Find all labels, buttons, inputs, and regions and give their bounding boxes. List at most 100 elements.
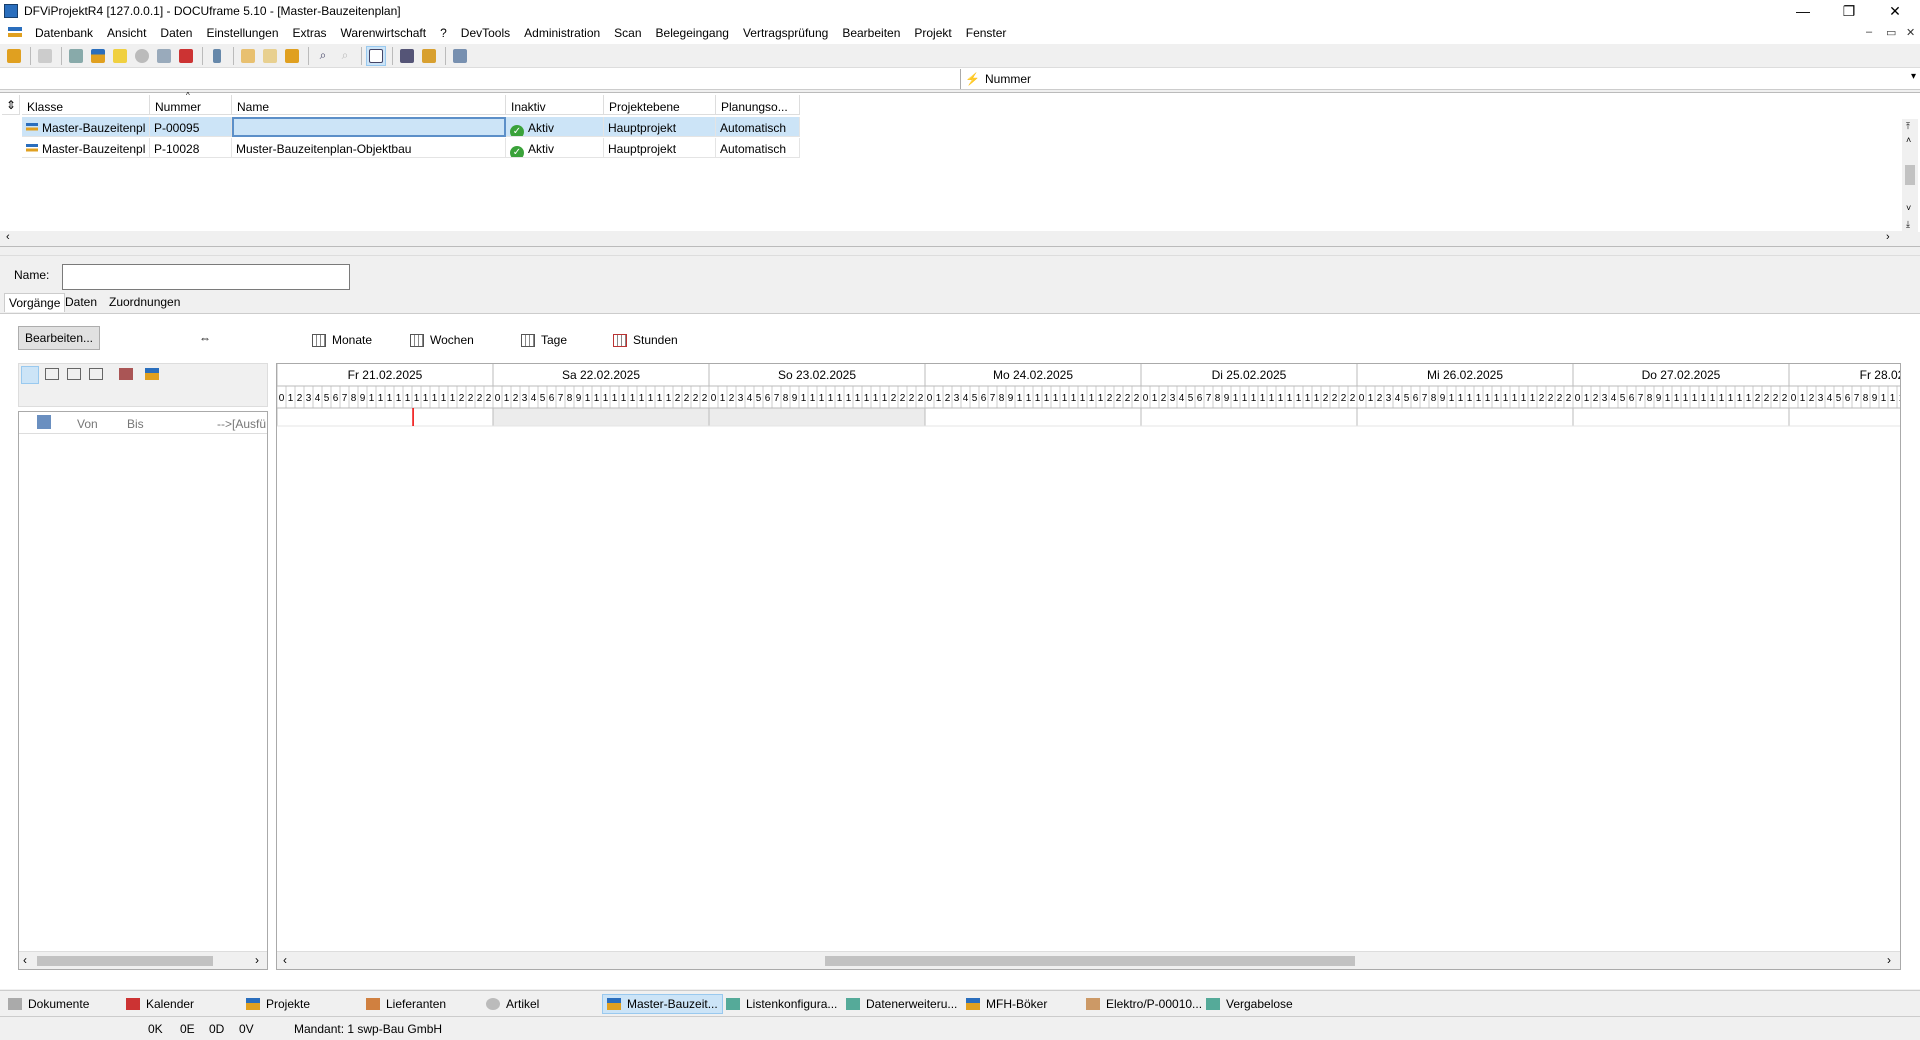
home-icon[interactable] xyxy=(37,415,51,429)
grid-view-icon[interactable] xyxy=(67,368,81,380)
column-bis[interactable]: Bis xyxy=(127,417,144,431)
bearbeiten-button[interactable]: Bearbeiten... xyxy=(18,326,100,350)
scale-wochen-button[interactable]: Wochen xyxy=(410,333,474,347)
layout-icon[interactable] xyxy=(366,45,386,66)
menu-daten[interactable]: Daten xyxy=(153,26,199,40)
scroll-left-icon[interactable]: ‹ xyxy=(23,953,27,967)
window-tab-elektro[interactable]: Elektro/P-00010... xyxy=(1082,994,1206,1014)
menu-belegeingang[interactable]: Belegeingang xyxy=(649,26,736,40)
scroll-up-icon[interactable]: ˄ xyxy=(1906,135,1911,145)
document-icon[interactable] xyxy=(154,46,174,66)
scroll-top-icon[interactable]: ⤒ xyxy=(1906,121,1910,132)
notes-icon[interactable] xyxy=(110,46,130,66)
table-row-2-inaktiv[interactable]: ✓ Aktiv xyxy=(506,138,604,158)
minimize-button[interactable]: — xyxy=(1780,0,1826,22)
scroll-thumb[interactable] xyxy=(825,956,1355,966)
scroll-left-icon[interactable]: ‹ xyxy=(6,231,10,243)
mail-icon[interactable] xyxy=(260,46,280,66)
menu-devtools[interactable]: DevTools xyxy=(454,26,517,40)
menu-einstellungen[interactable]: Einstellungen xyxy=(199,26,285,40)
close-button[interactable]: ✕ xyxy=(1872,0,1918,22)
window-tab-mfh-boeker[interactable]: MFH-Böker xyxy=(962,994,1051,1014)
window-tab-datenerweiterung[interactable]: Datenerweiteru... xyxy=(842,994,961,1014)
export-icon[interactable] xyxy=(282,46,302,66)
column-von[interactable]: Von xyxy=(77,417,98,431)
gantt-timeline[interactable]: Fr 21.02.20250 1 2 3 4 5 6 7 8 9 1 1 1 1 1 1 1 1 1 1 2 2 2 2Sa … xyxy=(276,364,1920,950)
scale-monate-button[interactable]: Monate xyxy=(312,333,372,347)
scroll-right-icon[interactable]: › xyxy=(1887,953,1891,967)
table-view-icon[interactable] xyxy=(45,368,59,380)
column-header-klasse[interactable]: Klasse xyxy=(22,95,150,115)
print-icon[interactable] xyxy=(35,46,55,66)
column-ausfuehrung[interactable]: -->[Ausfü xyxy=(217,417,267,431)
table-row-1-name-editor[interactable] xyxy=(232,117,506,137)
open-icon[interactable] xyxy=(4,46,24,66)
column-header-projektebene[interactable]: Projektebene xyxy=(604,95,716,115)
menu-fenster[interactable]: Fenster xyxy=(959,26,1014,40)
gantt-hscroll[interactable]: ‹ › xyxy=(277,951,1900,969)
address-card-icon[interactable] xyxy=(66,46,86,66)
column-header-planung[interactable]: Planungso... xyxy=(716,95,800,115)
column-header-nummer[interactable]: Nummer xyxy=(150,95,232,115)
search-icon[interactable]: ⌕ xyxy=(313,46,333,66)
menu-scan[interactable]: Scan xyxy=(607,26,648,40)
scroll-right-icon[interactable]: › xyxy=(1886,231,1890,243)
tools-icon[interactable] xyxy=(397,46,417,66)
column-header-inaktiv[interactable]: Inaktiv xyxy=(506,95,604,115)
mdi-child-icon[interactable] xyxy=(8,27,22,39)
menu-datenbank[interactable]: Datenbank xyxy=(28,26,100,40)
grid-horizontal-scrollbar[interactable]: ‹ › xyxy=(0,231,1902,245)
menu-ansicht[interactable]: Ansicht xyxy=(100,26,153,40)
new-document-icon[interactable] xyxy=(238,46,258,66)
window-tab-dokumente[interactable]: Dokumente xyxy=(4,994,93,1014)
tab-daten[interactable]: Daten xyxy=(61,293,101,311)
chevron-down-icon[interactable]: ▾ xyxy=(1911,71,1916,82)
window-tab-lieferanten[interactable]: Lieferanten xyxy=(362,994,450,1014)
project-icon[interactable] xyxy=(145,368,159,380)
calendar-icon[interactable] xyxy=(176,46,196,66)
phone-icon[interactable] xyxy=(207,46,227,66)
menu-bearbeiten[interactable]: Bearbeiten xyxy=(835,26,907,40)
scale-tage-button[interactable]: Tage xyxy=(521,333,567,347)
table-row-2-ebene[interactable]: Hauptprojekt xyxy=(604,138,716,158)
name-input[interactable] xyxy=(62,264,350,290)
edit-task-icon[interactable] xyxy=(119,368,133,380)
link-icon[interactable]: ⇔ xyxy=(199,331,211,345)
search-next-icon[interactable]: ⌕ xyxy=(335,46,355,66)
gantt-view-icon[interactable] xyxy=(21,366,39,384)
project-icon[interactable] xyxy=(88,46,108,66)
table-row-1-inaktiv[interactable]: ✓ Aktiv xyxy=(506,117,604,137)
menu-warenwirtschaft[interactable]: Warenwirtschaft xyxy=(334,26,434,40)
table-row-1-planung[interactable]: Automatisch xyxy=(716,117,800,137)
filter-field-combo[interactable]: ⚡ Nummer ▾ xyxy=(960,69,1920,89)
window-tab-kalender[interactable]: Kalender xyxy=(122,994,198,1014)
window-tab-vergabelose[interactable]: Vergabelose xyxy=(1202,994,1297,1014)
table-row-2-klasse[interactable]: Master-Bauzeitenpl xyxy=(22,138,150,158)
window-tab-projekte[interactable]: Projekte xyxy=(242,994,314,1014)
attachment-icon[interactable] xyxy=(132,46,152,66)
table-row-1-ebene[interactable]: Hauptprojekt xyxy=(604,117,716,137)
menu-extras[interactable]: Extras xyxy=(286,26,334,40)
menu-help[interactable]: ? xyxy=(433,26,454,40)
scroll-right-icon[interactable]: › xyxy=(255,953,259,967)
table-row-2-planung[interactable]: Automatisch xyxy=(716,138,800,158)
table-row-2-nummer[interactable]: P-10028 xyxy=(150,138,232,158)
list-view-icon[interactable] xyxy=(89,368,103,380)
tab-zuordnungen[interactable]: Zuordnungen xyxy=(105,293,184,311)
window-tab-artikel[interactable]: Artikel xyxy=(482,994,543,1014)
menu-projekt[interactable]: Projekt xyxy=(907,26,958,40)
tab-vorgaenge[interactable]: Vorgänge xyxy=(4,293,66,312)
table-row-1-nummer[interactable]: P-00095 xyxy=(150,117,232,137)
scroll-thumb[interactable] xyxy=(37,956,213,966)
table-row-1-klasse[interactable]: Master-Bauzeitenpl xyxy=(22,117,150,137)
scale-stunden-button[interactable]: Stunden xyxy=(613,333,678,347)
menu-administration[interactable]: Administration xyxy=(517,26,607,40)
table-row-2-name[interactable]: Muster-Bauzeitenplan-Objektbau xyxy=(232,138,506,158)
mdi-restore-button[interactable]: ▭ xyxy=(1886,26,1896,39)
scroll-thumb[interactable] xyxy=(1905,165,1915,185)
window-tab-master-bauzeitenplan[interactable]: Master-Bauzeit... xyxy=(602,994,723,1014)
mdi-close-button[interactable]: ✕ xyxy=(1906,26,1915,39)
splitter[interactable] xyxy=(0,246,1920,256)
scroll-down-icon[interactable]: ˅ xyxy=(1906,203,1911,213)
restore-button[interactable]: ❐ xyxy=(1826,0,1872,22)
